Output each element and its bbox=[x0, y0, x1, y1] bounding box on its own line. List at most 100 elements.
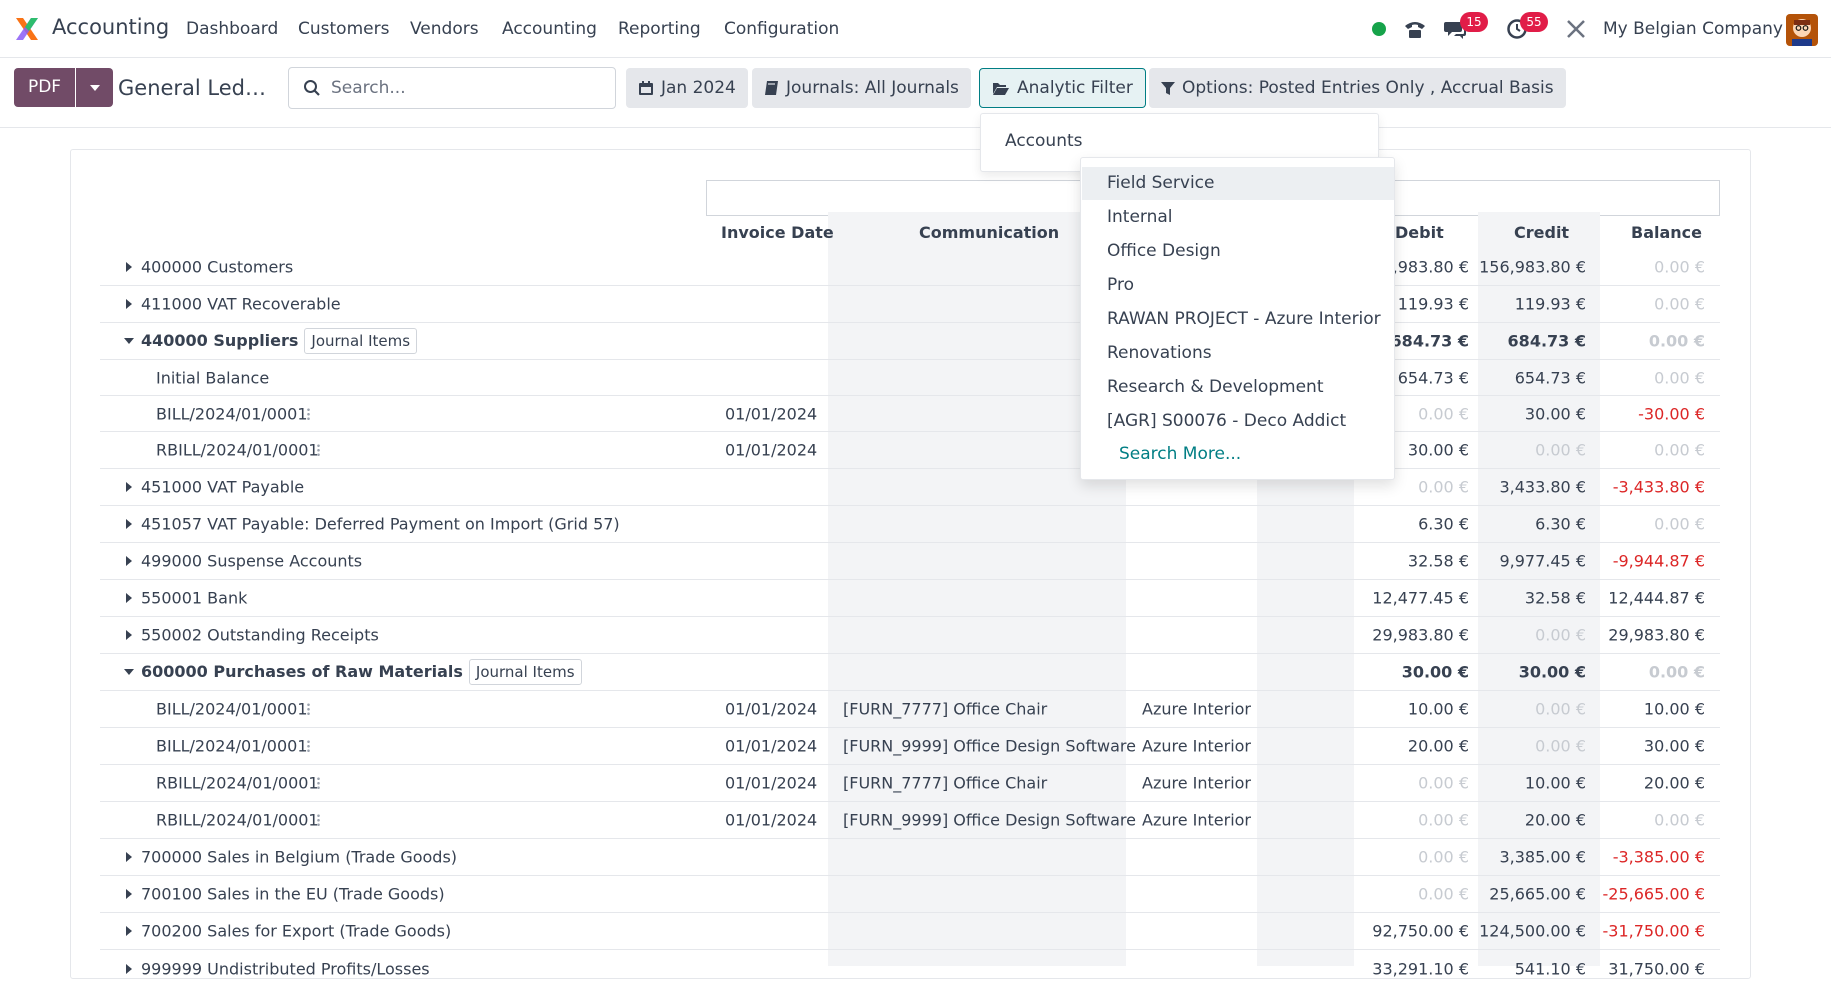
caret-right-icon[interactable] bbox=[126, 299, 132, 309]
move-name[interactable]: RBILL/2024/01/0001 bbox=[156, 774, 319, 793]
caret-right-icon[interactable] bbox=[126, 926, 132, 936]
analytic-option[interactable]: Research & Development bbox=[1082, 371, 1394, 404]
caret-right-icon[interactable] bbox=[126, 593, 132, 603]
caret-right-icon[interactable] bbox=[126, 482, 132, 492]
account-row-700000[interactable]: 700000 Sales in Belgium (Trade Goods) 0.… bbox=[100, 839, 1720, 876]
menu-accounting[interactable]: Accounting bbox=[502, 19, 597, 39]
analytic-option[interactable]: Internal bbox=[1082, 201, 1394, 234]
report-title: General Led… bbox=[118, 76, 267, 100]
account-label: 440000 Suppliers Journal Items bbox=[141, 328, 418, 354]
analytic-option[interactable]: RAWAN PROJECT - Azure Interior bbox=[1082, 303, 1394, 336]
header-communication[interactable]: Communication bbox=[919, 223, 1059, 242]
header-invoice-date[interactable]: Invoice Date bbox=[721, 223, 834, 242]
account-row-999999[interactable]: 999999 Undistributed Profits/Losses 33,2… bbox=[100, 950, 1720, 987]
journal-items-button[interactable]: Journal Items bbox=[304, 328, 418, 354]
menu-reporting[interactable]: Reporting bbox=[618, 19, 701, 39]
accounts-field-label[interactable]: Accounts bbox=[1005, 131, 1083, 151]
caret-right-icon[interactable] bbox=[126, 963, 132, 974]
debug-tools-icon[interactable] bbox=[1563, 16, 1589, 42]
caret-down-icon[interactable] bbox=[124, 338, 134, 344]
move-name[interactable]: RBILL/2024/01/0001 bbox=[156, 441, 319, 460]
journal-line-row[interactable]: RBILL/2024/01/0001 01/01/2024 30.00 € 0.… bbox=[100, 432, 1720, 469]
account-row-451057[interactable]: 451057 VAT Payable: Deferred Payment on … bbox=[100, 506, 1720, 543]
move-name[interactable]: BILL/2024/01/0001 bbox=[156, 700, 308, 719]
balance-value: -3,433.80 € bbox=[1612, 477, 1705, 497]
move-name[interactable]: RBILL/2024/01/0001 bbox=[156, 811, 319, 830]
export-dropdown-toggle[interactable] bbox=[76, 68, 113, 107]
analytic-option[interactable]: Field Service bbox=[1082, 167, 1394, 200]
search-icon bbox=[304, 80, 320, 96]
debit-value: 0.00 € bbox=[1418, 773, 1469, 793]
account-row-411000[interactable]: 411000 VAT Recoverable 119.93 € 119.93 €… bbox=[100, 286, 1720, 323]
journal-items-button[interactable]: Journal Items bbox=[468, 659, 582, 685]
journals-filter-button[interactable]: Journals: All Journals bbox=[752, 68, 971, 108]
kebab-menu-icon[interactable] bbox=[307, 407, 310, 420]
debit-value: 10.00 € bbox=[1407, 699, 1469, 719]
move-name[interactable]: BILL/2024/01/0001 bbox=[156, 404, 308, 423]
analytic-option[interactable]: Renovations bbox=[1082, 337, 1394, 370]
balance-value: -31,750.00 € bbox=[1602, 921, 1705, 941]
account-row-499000[interactable]: 499000 Suspense Accounts 32.58 € 9,977.4… bbox=[100, 543, 1720, 580]
account-row-700100[interactable]: 700100 Sales in the EU (Trade Goods) 0.0… bbox=[100, 876, 1720, 913]
caret-right-icon[interactable] bbox=[126, 519, 132, 529]
journal-line-row[interactable]: BILL/2024/01/0001 01/01/2024 [FURN_9999]… bbox=[100, 728, 1720, 765]
menu-customers[interactable]: Customers bbox=[298, 19, 389, 39]
account-row-550001[interactable]: 550001 Bank 12,477.45 € 32.58 € 12,444.8… bbox=[100, 580, 1720, 617]
caret-right-icon[interactable] bbox=[126, 556, 132, 566]
journal-line-row[interactable]: BILL/2024/01/0001 01/01/2024 0.00 € 30.0… bbox=[100, 396, 1720, 432]
caret-right-icon[interactable] bbox=[126, 889, 132, 899]
search-box[interactable] bbox=[288, 67, 616, 109]
header-credit[interactable]: Credit bbox=[1514, 223, 1569, 242]
move-name[interactable]: BILL/2024/01/0001 bbox=[156, 737, 308, 756]
caret-down-icon[interactable] bbox=[124, 669, 134, 675]
credit-value: 156,983.80 € bbox=[1479, 257, 1586, 277]
kebab-menu-icon[interactable] bbox=[317, 813, 320, 827]
header-balance[interactable]: Balance bbox=[1631, 223, 1702, 242]
account-row-440000[interactable]: 440000 Suppliers Journal Items 684.73 € 6… bbox=[100, 323, 1720, 360]
debit-value: 92,750.00 € bbox=[1372, 921, 1469, 941]
analytic-option[interactable]: Office Design bbox=[1082, 235, 1394, 268]
balance-value: -30.00 € bbox=[1638, 404, 1705, 423]
account-row-700200[interactable]: 700200 Sales for Export (Trade Goods) 92… bbox=[100, 913, 1720, 950]
search-more-link[interactable]: Search More... bbox=[1082, 438, 1394, 471]
journal-line-row[interactable]: RBILL/2024/01/0001 01/01/2024 [FURN_7777… bbox=[100, 765, 1720, 802]
caret-right-icon[interactable] bbox=[126, 630, 132, 640]
balance-value: 0.00 € bbox=[1654, 514, 1705, 534]
app-name[interactable]: Accounting bbox=[52, 15, 169, 39]
menu-dashboard[interactable]: Dashboard bbox=[186, 19, 278, 39]
menu-configuration[interactable]: Configuration bbox=[724, 19, 839, 39]
caret-right-icon[interactable] bbox=[126, 852, 132, 862]
analytic-filter-button[interactable]: Analytic Filter bbox=[979, 68, 1146, 108]
kebab-menu-icon[interactable] bbox=[317, 443, 320, 457]
kebab-menu-icon[interactable] bbox=[307, 702, 310, 716]
credit-value: 541.10 € bbox=[1514, 959, 1586, 978]
account-row-451000[interactable]: 451000 VAT Payable 0.00 € 3,433.80 € -3,… bbox=[100, 469, 1720, 506]
journal-line-row[interactable]: BILL/2024/01/0001 01/01/2024 [FURN_7777]… bbox=[100, 691, 1720, 728]
caret-right-icon[interactable] bbox=[126, 262, 132, 272]
search-input[interactable] bbox=[329, 76, 599, 100]
user-avatar[interactable] bbox=[1786, 14, 1818, 46]
kebab-menu-icon[interactable] bbox=[307, 739, 310, 753]
company-switcher[interactable]: My Belgian Company bbox=[1603, 19, 1783, 39]
pdf-button[interactable]: PDF bbox=[14, 68, 75, 107]
options-filter-button[interactable]: Options: Posted Entries Only , Accrual B… bbox=[1149, 68, 1566, 108]
analytic-option[interactable]: Pro bbox=[1082, 269, 1394, 302]
account-row-400000[interactable]: 400000 Customers ,983.80 € 156,983.80 € … bbox=[100, 249, 1720, 286]
account-row-600000[interactable]: 600000 Purchases of Raw Materials Journal… bbox=[100, 654, 1720, 691]
credit-value: 25,665.00 € bbox=[1489, 884, 1586, 904]
account-row-550002[interactable]: 550002 Outstanding Receipts 29,983.80 € … bbox=[100, 617, 1720, 654]
analytic-option[interactable]: [AGR] S00076 - Deco Addict bbox=[1082, 405, 1394, 438]
account-label: 550002 Outstanding Receipts bbox=[141, 625, 379, 645]
phone-icon[interactable] bbox=[1402, 16, 1428, 42]
header-debit[interactable]: Debit bbox=[1395, 223, 1444, 242]
journal-line-row[interactable]: RBILL/2024/01/0001 01/01/2024 [FURN_9999… bbox=[100, 802, 1720, 839]
control-panel: PDF General Led… Jan 2024 Journals: All … bbox=[0, 58, 1831, 128]
debit-value: 0.00 € bbox=[1418, 404, 1469, 423]
caret-down-icon bbox=[89, 84, 100, 91]
menu-vendors[interactable]: Vendors bbox=[410, 19, 479, 39]
kebab-menu-icon[interactable] bbox=[317, 776, 320, 790]
activities-badge: 55 bbox=[1520, 12, 1548, 32]
date-filter-label: Jan 2024 bbox=[661, 78, 736, 98]
accounting-app-icon[interactable] bbox=[14, 16, 40, 42]
date-filter-button[interactable]: Jan 2024 bbox=[626, 68, 748, 108]
